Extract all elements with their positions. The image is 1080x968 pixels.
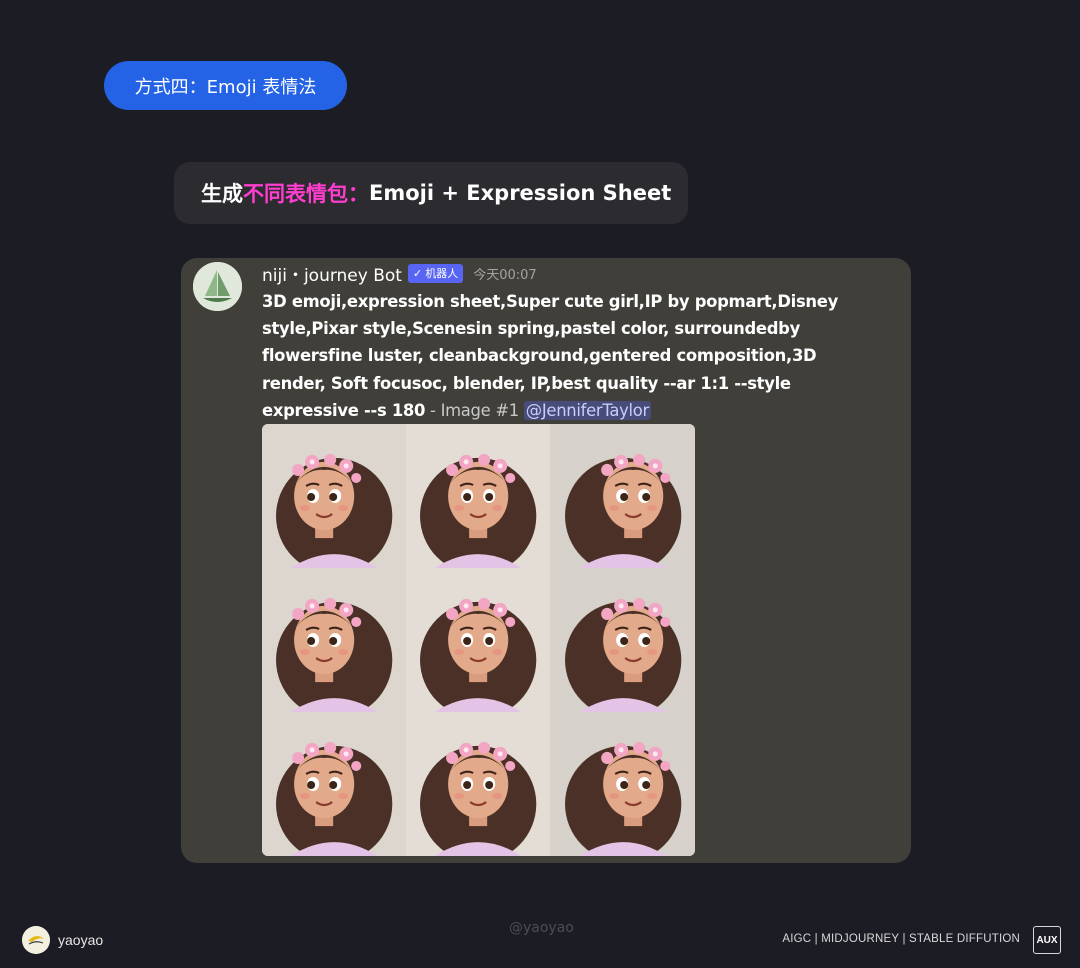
user-mention[interactable]: @JenniferTaylor xyxy=(523,400,651,420)
discord-message-card: niji・journey Bot ✓ 机器人 今天00:07 3D emoji,… xyxy=(181,258,911,863)
heading-suffix: Emoji + Expression Sheet xyxy=(369,181,672,205)
expression-tile xyxy=(550,712,695,856)
heading-box: 生成 不同表情包： Emoji + Expression Sheet xyxy=(174,162,688,224)
heading-prefix: 生成 xyxy=(201,182,243,206)
character-illustration xyxy=(262,712,407,856)
expression-tile xyxy=(550,568,695,712)
author-logo-icon xyxy=(22,926,50,954)
bot-name[interactable]: niji・journey Bot xyxy=(262,261,402,286)
expression-sheet-image[interactable] xyxy=(262,424,695,856)
character-illustration xyxy=(262,424,407,568)
watermark: @yaoyao xyxy=(509,920,574,936)
prompt-suffix: - Image #1 xyxy=(425,400,524,420)
expression-tile xyxy=(262,568,407,712)
prompt-text: 3D emoji,expression sheet,Super cute gir… xyxy=(262,288,862,424)
check-icon: ✓ xyxy=(412,266,423,280)
footer-tags: AIGC | MIDJOURNEY | STABLE DIFFUTION xyxy=(782,933,1020,945)
character-illustration xyxy=(406,424,551,568)
bot-badge-label: 机器人 xyxy=(425,267,459,280)
character-illustration xyxy=(550,712,695,856)
expression-tile xyxy=(262,424,407,568)
message-header: niji・journey Bot ✓ 机器人 今天00:07 xyxy=(262,261,537,286)
sailboat-icon xyxy=(193,262,242,311)
aux-badge: AUX xyxy=(1033,926,1061,954)
bot-avatar[interactable] xyxy=(193,262,242,311)
author-name: yaoyao xyxy=(58,932,104,948)
heading-accent: 不同表情包： xyxy=(243,182,369,206)
author-logo xyxy=(22,926,50,954)
character-illustration xyxy=(406,712,551,856)
expression-tile xyxy=(406,424,551,568)
section-pill: 方式四：Emoji 表情法 xyxy=(104,61,347,110)
message-timestamp: 今天00:07 xyxy=(473,267,537,283)
expression-tile xyxy=(550,424,695,568)
character-illustration xyxy=(406,568,551,712)
expression-tile xyxy=(262,712,407,856)
character-illustration xyxy=(550,568,695,712)
character-illustration xyxy=(550,424,695,568)
character-illustration xyxy=(262,568,407,712)
bot-badge: ✓ 机器人 xyxy=(407,263,464,283)
expression-tile xyxy=(406,712,551,856)
expression-tile xyxy=(406,568,551,712)
